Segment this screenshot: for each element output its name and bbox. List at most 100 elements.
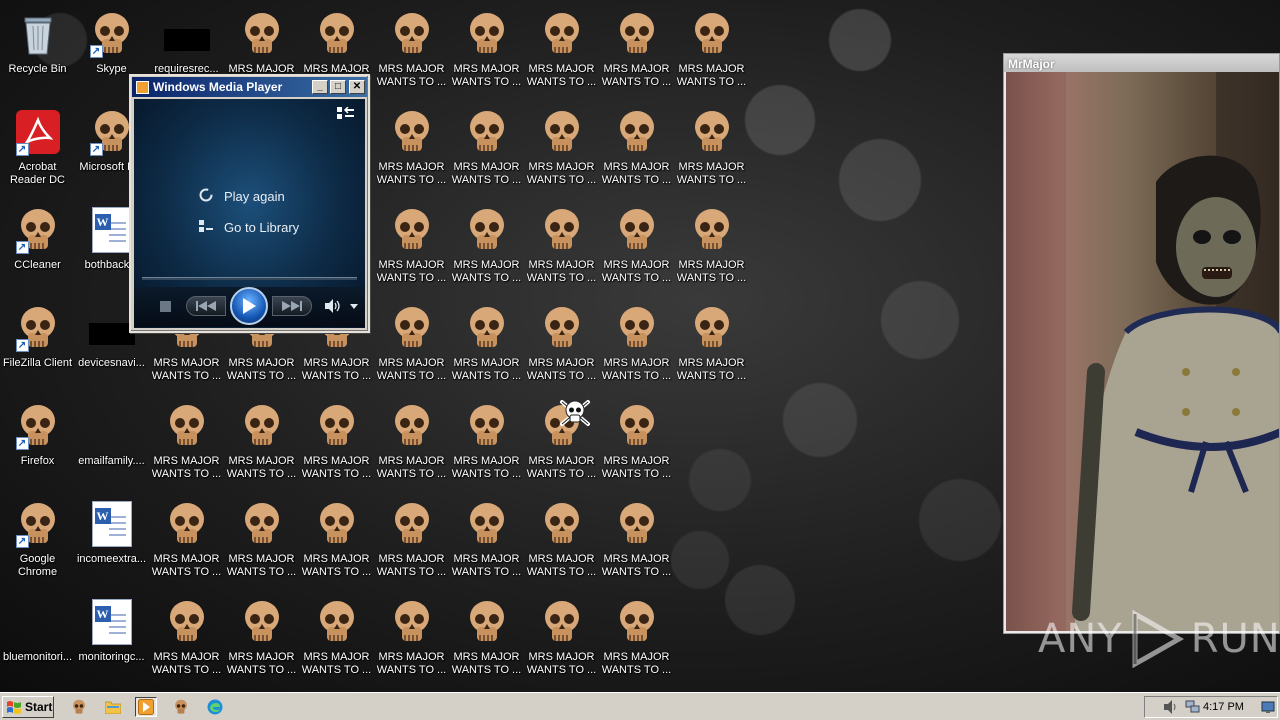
desktop-icon-bluemonitoring[interactable]: bluemonitori...: [0, 592, 75, 684]
window-title: Windows Media Player: [153, 80, 283, 94]
desktop-icon-ransom-file[interactable]: MRS MAJOR WANTS TO ...: [599, 396, 674, 488]
desktop-icon-recycle-bin[interactable]: Recycle Bin: [0, 4, 75, 96]
desktop-icon-ransom-file[interactable]: MRS MAJOR WANTS TO ...: [599, 200, 674, 292]
desktop-icon-ransom-file[interactable]: MRS MAJOR WANTS TO ...: [299, 396, 374, 488]
desktop-icon-ransom-file[interactable]: MRS MAJOR WANTS TO ...: [224, 592, 299, 684]
taskbar-edge[interactable]: [204, 697, 226, 717]
icon-label: MRS MAJOR WANTS TO ...: [526, 161, 597, 186]
desktop-icon-firefox[interactable]: ↗ Firefox: [0, 396, 75, 488]
desktop-icon-ransom-file[interactable]: MRS MAJOR WANTS TO ...: [524, 102, 599, 194]
word-document-icon: W: [91, 599, 132, 645]
desktop-icon-ransom-file[interactable]: MRS MAJOR WANTS TO ...: [374, 4, 449, 96]
desktop-icon-ransom-file[interactable]: MRS MAJOR WANTS TO ...: [524, 592, 599, 684]
icon-label: Google Chrome: [17, 553, 58, 578]
desktop-icon-ransom-file[interactable]: MRS MAJOR WANTS TO ...: [674, 200, 749, 292]
volume-dropdown-button[interactable]: [348, 299, 360, 313]
switch-to-library-icon[interactable]: [337, 106, 355, 124]
desktop-icon-ransom-file[interactable]: MRS MAJOR WANTS TO ...: [224, 396, 299, 488]
skull-icon: [394, 503, 429, 543]
desktop-icon-ransom-file[interactable]: MRS MAJOR WANTS TO ...: [599, 592, 674, 684]
icon-label: MRS MAJOR WANTS TO ...: [451, 161, 522, 186]
desktop-icon-ransom-file[interactable]: MRS MAJOR WANTS TO ...: [449, 494, 524, 586]
skull-icon: [694, 111, 729, 151]
skull-icon: [73, 699, 85, 714]
desktop-icon-ransom-file[interactable]: MRS MAJOR WANTS TO ...: [374, 200, 449, 292]
icon-label: MRS MAJOR WANTS TO ...: [451, 357, 522, 382]
desktop-icon-ransom-file[interactable]: MRS MAJOR WANTS TO ...: [449, 396, 524, 488]
taskbar-media-player[interactable]: [135, 697, 157, 717]
desktop-icon-ransom-file[interactable]: MRS MAJOR WANTS TO ...: [674, 4, 749, 96]
maximize-button[interactable]: □: [330, 80, 346, 94]
icon-label: MRS MAJOR WANTS TO ...: [601, 357, 672, 382]
desktop-icon-ransom-file[interactable]: MRS MAJOR WANTS TO ...: [374, 298, 449, 390]
desktop-icon-ransom-file[interactable]: MRS MAJOR WANTS TO ...: [599, 298, 674, 390]
previous-button[interactable]: [186, 296, 226, 316]
close-button[interactable]: ✕: [349, 80, 365, 94]
minimize-button[interactable]: _: [312, 80, 328, 94]
icon-label: FileZilla Client: [2, 357, 73, 369]
start-button[interactable]: Start: [2, 696, 54, 718]
taskbar-file-explorer[interactable]: [102, 697, 124, 717]
media-player-window[interactable]: Windows Media Player _ □ ✕ Play again Go…: [129, 74, 370, 333]
go-to-library-link[interactable]: Go to Library: [198, 218, 299, 237]
icon-label: MRS MAJOR WANTS TO ...: [376, 553, 447, 578]
desktop-icon-ransom-file[interactable]: MRS MAJOR WANTS TO ...: [599, 102, 674, 194]
desktop-icon-filezilla[interactable]: ↗ FileZilla Client: [0, 298, 75, 390]
volume-button[interactable]: [324, 298, 340, 314]
desktop-icon-ransom-file[interactable]: MRS MAJOR WANTS TO ...: [149, 592, 224, 684]
desktop-icon-ransom-file[interactable]: MRS MAJOR WANTS TO ...: [599, 4, 674, 96]
icon-label: MRS MAJOR WANTS TO ...: [601, 455, 672, 480]
mrmajor-titlebar[interactable]: MrMajor: [1004, 54, 1279, 72]
desktop-icon-acrobat[interactable]: ↗ Acrobat Reader DC: [0, 102, 75, 194]
desktop-icon-ransom-file[interactable]: MRS MAJOR WANTS TO ...: [374, 592, 449, 684]
desktop-icon-incomeextra[interactable]: W incomeextra...: [74, 494, 149, 586]
play-again-link[interactable]: Play again: [198, 187, 285, 206]
seek-bar[interactable]: [142, 277, 357, 280]
desktop-icon-ransom-file[interactable]: MRS MAJOR WANTS TO ...: [149, 494, 224, 586]
desktop-icon-ransom-file[interactable]: MRS MAJOR WANTS TO ...: [149, 396, 224, 488]
desktop-icon-ransom-file[interactable]: MRS MAJOR WANTS TO ...: [299, 592, 374, 684]
desktop-icon-ransom-file[interactable]: MRS MAJOR WANTS TO ...: [449, 592, 524, 684]
desktop-icon-ccleaner[interactable]: ↗ CCleaner: [0, 200, 75, 292]
desktop-icon-ransom-file[interactable]: MRS MAJOR WANTS TO ...: [449, 102, 524, 194]
desktop-icon-ransom-file[interactable]: MRS MAJOR WANTS TO ...: [674, 298, 749, 390]
desktop-icon-emailfamily[interactable]: emailfamily....: [74, 396, 149, 488]
stop-button[interactable]: [158, 299, 172, 313]
next-button[interactable]: [272, 296, 312, 316]
desktop-icon-ransom-file[interactable]: MRS MAJOR WANTS TO ...: [449, 200, 524, 292]
desktop-icon-chrome[interactable]: ↗ Google Chrome: [0, 494, 75, 586]
network-tray-icon[interactable]: [1185, 700, 1201, 717]
icon-label: MRS MAJOR WANTS TO ...: [301, 553, 372, 578]
show-desktop-icon[interactable]: [1261, 700, 1275, 717]
watermark-text-left: ANY: [1038, 616, 1123, 662]
skull-crossbones-cursor-icon: [558, 396, 592, 430]
media-player-titlebar[interactable]: Windows Media Player _ □ ✕: [132, 77, 367, 97]
icon-label: bluemonitori...: [2, 651, 73, 663]
desktop-icon-ransom-file[interactable]: MRS MAJOR WANTS TO ...: [674, 102, 749, 194]
desktop-icon-ransom-file[interactable]: MRS MAJOR WANTS TO ...: [374, 102, 449, 194]
system-tray: 4:17 PM: [1144, 696, 1278, 718]
desktop-icon-ransom-file[interactable]: MRS MAJOR WANTS TO ...: [524, 4, 599, 96]
desktop-icon-ransom-file[interactable]: MRS MAJOR WANTS TO ...: [524, 494, 599, 586]
desktop-icon-ransom-file[interactable]: MRS MAJOR WANTS TO ...: [524, 298, 599, 390]
skull-icon: [169, 503, 204, 543]
desktop-icon-ransom-file[interactable]: MRS MAJOR WANTS TO ...: [524, 200, 599, 292]
mrmajor-window[interactable]: MrMajor: [1003, 53, 1280, 634]
icon-label: CCleaner: [14, 259, 61, 271]
skull-icon: [544, 307, 579, 347]
taskbar-skull-app-1[interactable]: [68, 697, 90, 717]
desktop-icon-ransom-file[interactable]: MRS MAJOR WANTS TO ...: [449, 4, 524, 96]
desktop-icon-ransom-file[interactable]: MRS MAJOR WANTS TO ...: [224, 494, 299, 586]
volume-tray-icon[interactable]: [1163, 700, 1179, 717]
desktop-icon-ransom-file[interactable]: MRS MAJOR WANTS TO ...: [449, 298, 524, 390]
desktop-icon-monitoringc[interactable]: W monitoringc...: [74, 592, 149, 684]
desktop-icon-ransom-file[interactable]: MRS MAJOR WANTS TO ...: [599, 494, 674, 586]
skull-icon: [394, 307, 429, 347]
taskbar-skull-app-2[interactable]: [170, 697, 192, 717]
taskbar-clock[interactable]: 4:17 PM: [1203, 701, 1244, 713]
shortcut-arrow-icon: ↗: [15, 143, 29, 156]
desktop-icon-ransom-file[interactable]: MRS MAJOR WANTS TO ...: [374, 494, 449, 586]
desktop-icon-ransom-file[interactable]: MRS MAJOR WANTS TO ...: [299, 494, 374, 586]
play-button[interactable]: [230, 287, 268, 325]
desktop-icon-ransom-file[interactable]: MRS MAJOR WANTS TO ...: [374, 396, 449, 488]
